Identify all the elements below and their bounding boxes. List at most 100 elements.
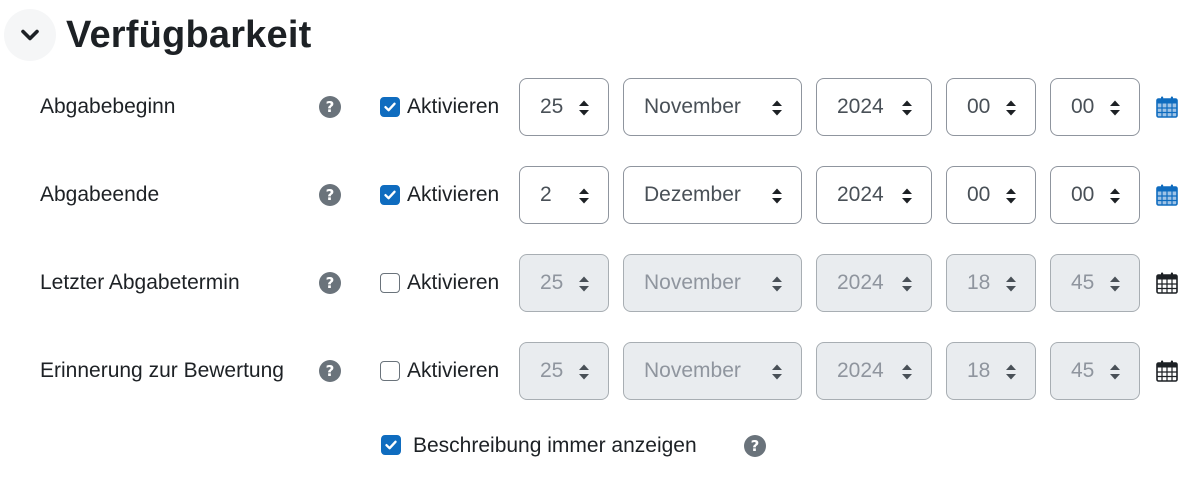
enable-label[interactable]: Aktivieren (407, 254, 499, 312)
collapse-toggle-button[interactable] (4, 9, 56, 61)
field-label: Erinnerung zur Bewertung (40, 359, 284, 382)
month-select: November (623, 342, 802, 400)
day-select: 25 (519, 254, 609, 312)
calendar-icon[interactable] (1155, 271, 1179, 295)
sort-caret-icon (901, 275, 913, 293)
sort-caret-icon (771, 363, 783, 381)
minute-select-value: 00 (1071, 95, 1095, 118)
day-select-value: 2 (540, 183, 552, 206)
svg-text:?: ? (326, 274, 335, 292)
day-select[interactable]: 25 (519, 78, 609, 136)
sort-caret-icon (1005, 363, 1017, 381)
year-select-value: 2024 (837, 271, 884, 294)
sort-caret-icon (578, 99, 590, 117)
sort-caret-icon (578, 363, 590, 381)
svg-text:?: ? (326, 362, 335, 380)
minute-select[interactable]: 00 (1050, 78, 1140, 136)
section-header: Verfügbarkeit (4, 6, 311, 64)
question-circle-icon[interactable]: ? (318, 271, 342, 295)
minute-select-value: 00 (1071, 183, 1095, 206)
day-select[interactable]: 2 (519, 166, 609, 224)
day-select-value: 25 (540, 359, 564, 382)
hour-select[interactable]: 00 (946, 78, 1036, 136)
month-select-value: November (644, 95, 741, 118)
day-select: 25 (519, 342, 609, 400)
enable-checkbox[interactable] (380, 273, 400, 293)
sort-caret-icon (1109, 275, 1121, 293)
minute-select: 45 (1050, 254, 1140, 312)
hour-select: 18 (946, 342, 1036, 400)
day-select-value: 25 (540, 271, 564, 294)
enable-label[interactable]: Aktivieren (407, 166, 499, 224)
enable-checkbox[interactable] (380, 97, 400, 117)
check-icon (383, 100, 397, 114)
check-icon (383, 188, 397, 202)
month-select-value: Dezember (644, 183, 741, 206)
month-select-value: November (644, 271, 741, 294)
sort-caret-icon (771, 275, 783, 293)
year-select-value: 2024 (837, 359, 884, 382)
question-circle-icon[interactable]: ? (318, 359, 342, 383)
hour-select[interactable]: 00 (946, 166, 1036, 224)
minute-select-value: 45 (1071, 359, 1095, 382)
year-select-value: 2024 (837, 183, 884, 206)
calendar-icon[interactable] (1155, 95, 1179, 119)
date-row: Abgabebeginn? Aktivieren 25 November 2024 00 0… (0, 78, 1200, 136)
month-select[interactable]: Dezember (623, 166, 802, 224)
sort-caret-icon (1109, 99, 1121, 117)
question-circle-icon[interactable]: ? (743, 434, 767, 458)
sort-caret-icon (1109, 187, 1121, 205)
hour-select: 18 (946, 254, 1036, 312)
date-row: Letzter Abgabetermin? Aktivieren 25 Novembe… (0, 254, 1200, 312)
sort-caret-icon (578, 187, 590, 205)
sort-caret-icon (578, 275, 590, 293)
hour-select-value: 00 (967, 95, 991, 118)
svg-text:?: ? (751, 437, 760, 455)
month-select[interactable]: November (623, 78, 802, 136)
year-select: 2024 (816, 254, 932, 312)
year-select: 2024 (816, 342, 932, 400)
calendar-icon[interactable] (1155, 183, 1179, 207)
enable-label[interactable]: Aktivieren (407, 78, 499, 136)
svg-text:?: ? (326, 98, 335, 116)
enable-checkbox[interactable] (380, 361, 400, 381)
month-select: November (623, 254, 802, 312)
field-label: Letzter Abgabetermin (40, 271, 240, 294)
svg-text:?: ? (326, 186, 335, 204)
date-row: Abgabeende? Aktivieren 2 Dezember 2024 00 00 (0, 166, 1200, 224)
sort-caret-icon (1005, 275, 1017, 293)
date-row: Erinnerung zur Bewertung? Aktivieren 25 Nov… (0, 342, 1200, 400)
always-show-description-label[interactable]: Beschreibung immer anzeigen (413, 420, 697, 472)
sort-caret-icon (901, 187, 913, 205)
sort-caret-icon (1005, 99, 1017, 117)
enable-label[interactable]: Aktivieren (407, 342, 499, 400)
always-show-description-row: Beschreibung immer anzeigen ? (0, 420, 1200, 472)
check-icon (384, 438, 398, 452)
minute-select-value: 45 (1071, 271, 1095, 294)
month-select-value: November (644, 359, 741, 382)
field-label: Abgabeende (40, 183, 160, 206)
section-title: Verfügbarkeit (66, 13, 312, 56)
chevron-down-icon (17, 22, 43, 48)
hour-select-value: 00 (967, 183, 991, 206)
question-circle-icon[interactable]: ? (318, 183, 342, 207)
field-label: Abgabebeginn (40, 95, 176, 118)
calendar-icon[interactable] (1155, 359, 1179, 383)
hour-select-value: 18 (967, 359, 991, 382)
year-select[interactable]: 2024 (816, 78, 932, 136)
minute-select[interactable]: 00 (1050, 166, 1140, 224)
hour-select-value: 18 (967, 271, 991, 294)
sort-caret-icon (901, 363, 913, 381)
year-select[interactable]: 2024 (816, 166, 932, 224)
minute-select: 45 (1050, 342, 1140, 400)
sort-caret-icon (771, 187, 783, 205)
enable-checkbox[interactable] (380, 185, 400, 205)
sort-caret-icon (1109, 363, 1121, 381)
sort-caret-icon (1005, 187, 1017, 205)
always-show-description-checkbox[interactable] (381, 435, 401, 455)
sort-caret-icon (901, 99, 913, 117)
question-circle-icon[interactable]: ? (318, 95, 342, 119)
sort-caret-icon (771, 99, 783, 117)
year-select-value: 2024 (837, 95, 884, 118)
day-select-value: 25 (540, 95, 564, 118)
